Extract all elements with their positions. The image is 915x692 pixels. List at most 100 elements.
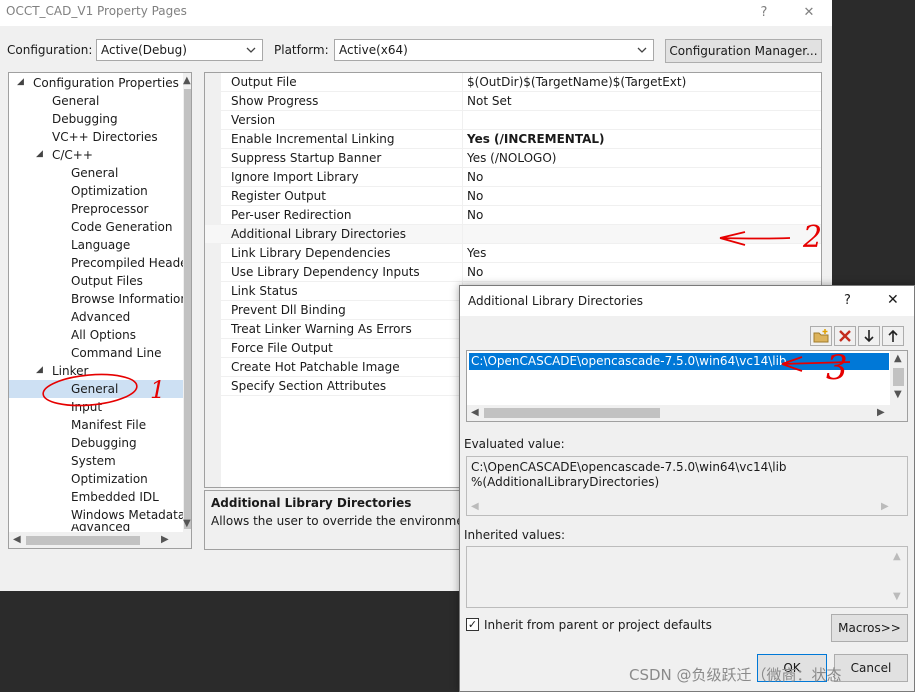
tree-item-input[interactable]: Input (71, 398, 102, 416)
configuration-combo[interactable]: Active(Debug) (96, 39, 263, 61)
chevron-down-icon (637, 47, 647, 53)
property-name: Show Progress (231, 94, 319, 108)
delete-icon (839, 330, 851, 342)
property-row[interactable]: Output File $(OutDir)$(TargetName)$(Targe… (205, 73, 821, 92)
property-value: $(OutDir)$(TargetName)$(TargetExt) (467, 75, 687, 89)
help-button[interactable]: ? (750, 2, 778, 24)
scroll-left-arrow-icon[interactable]: ◀ (471, 407, 479, 418)
property-name: Version (231, 113, 276, 127)
list-vertical-scrollbar[interactable]: ▲ ▼ (890, 351, 907, 405)
tree-item-linker[interactable]: Linker (52, 362, 88, 380)
platform-value: Active(x64) (339, 43, 408, 57)
tree-item-general[interactable]: General (52, 92, 99, 110)
expand-triangle-icon[interactable]: ◢ (17, 77, 24, 87)
watermark-text: CSDN @负级跃迁（微商：状态 (629, 666, 842, 684)
property-value: Not Set (467, 94, 512, 108)
tree-item-all-options[interactable]: All Options (71, 326, 136, 344)
property-row[interactable]: Enable Incremental Linking Yes (/INCREMEN… (205, 130, 821, 149)
scroll-right-arrow-icon[interactable]: ▶ (161, 534, 169, 545)
tree-item-c-cpp[interactable]: C/C++ (52, 146, 93, 164)
scrollbar-thumb[interactable] (484, 408, 660, 418)
new-line-button[interactable] (810, 326, 832, 346)
scroll-down-arrow-icon[interactable]: ▼ (183, 518, 191, 529)
evaluated-line: %(AdditionalLibraryDirectories) (471, 475, 660, 489)
tree-item-precompiled-headers[interactable]: Precompiled Heade (71, 254, 188, 272)
property-row[interactable]: Register Output No (205, 187, 821, 206)
tree-item-advanced[interactable]: Advanced (71, 308, 130, 326)
scrollbar-thumb[interactable] (893, 368, 904, 386)
platform-combo[interactable]: Active(x64) (334, 39, 654, 61)
tree-item-vc-directories[interactable]: VC++ Directories (52, 128, 158, 146)
tree-item-windows-metadata[interactable]: Windows Metadata (71, 506, 185, 524)
scrollbar-thumb[interactable] (26, 536, 140, 545)
property-name: Prevent Dll Binding (231, 303, 346, 317)
close-button[interactable]: ✕ (795, 2, 823, 24)
property-value: No (467, 208, 484, 222)
tree-item-linker-optimization[interactable]: Optimization (71, 470, 148, 488)
tree-item-command-line[interactable]: Command Line (71, 344, 162, 362)
property-row[interactable]: Per-user Redirection No (205, 206, 821, 225)
macros-button[interactable]: Macros>> (831, 614, 908, 642)
inherit-checkbox-label[interactable]: Inherit from parent or project defaults (484, 618, 712, 632)
tree-item-preprocessor[interactable]: Preprocessor (71, 200, 148, 218)
property-value: No (467, 265, 484, 279)
scrollbar-thumb[interactable] (184, 89, 191, 529)
property-row[interactable]: Suppress Startup Banner Yes (/NOLOGO) (205, 149, 821, 168)
dialog-close-button[interactable]: ✕ (887, 292, 899, 308)
delete-line-button[interactable] (834, 326, 856, 346)
tree-item-linker-debugging[interactable]: Debugging (71, 434, 137, 452)
tree-item-embedded-idl[interactable]: Embedded IDL (71, 488, 159, 506)
tree-item-manifest-file[interactable]: Manifest File (71, 416, 146, 434)
move-up-button[interactable] (882, 326, 904, 346)
tree-item-language[interactable]: Language (71, 236, 130, 254)
property-name: Suppress Startup Banner (231, 151, 382, 165)
property-row[interactable]: Version (205, 111, 821, 130)
property-name: Link Library Dependencies (231, 246, 391, 260)
property-row[interactable]: Link Library Dependencies Yes (205, 244, 821, 263)
tree-item-linker-advanced[interactable]: Advanced (71, 524, 130, 532)
tree-vertical-scrollbar[interactable]: ▲ ▼ (183, 73, 191, 532)
tree-item-configuration-properties[interactable]: Configuration Properties (33, 74, 179, 92)
property-row[interactable]: Ignore Import Library No (205, 168, 821, 187)
scroll-up-arrow-icon[interactable]: ▲ (183, 75, 191, 86)
tree-item-optimization[interactable]: Optimization (71, 182, 148, 200)
scroll-right-arrow-icon[interactable]: ▶ (877, 407, 885, 418)
configuration-manager-button[interactable]: Configuration Manager... (665, 39, 822, 63)
property-name: Enable Incremental Linking (231, 132, 395, 146)
property-value: Yes (/INCREMENTAL) (467, 132, 605, 146)
scroll-up-arrow-icon[interactable]: ▲ (894, 353, 902, 364)
chevron-down-icon (246, 47, 256, 53)
annotation-number-3: 3 (826, 348, 848, 388)
arrow-down-icon (864, 330, 874, 343)
property-name: Link Status (231, 284, 298, 298)
property-row[interactable]: Use Library Dependency Inputs No (205, 263, 821, 282)
scroll-down-arrow-icon[interactable]: ▼ (894, 389, 902, 400)
property-row[interactable]: Show Progress Not Set (205, 92, 821, 111)
additional-library-directories-dialog: Additional Library Directories ? ✕ C:\Op… (459, 285, 915, 692)
evaluated-value-label: Evaluated value: (464, 437, 565, 451)
move-down-button[interactable] (858, 326, 880, 346)
list-horizontal-scrollbar[interactable]: ◀ ▶ (467, 405, 907, 421)
tree-item-browse-information[interactable]: Browse Information (71, 290, 188, 308)
scroll-down-arrow-icon: ▼ (893, 591, 901, 602)
property-value: Yes (/NOLOGO) (467, 151, 557, 165)
cancel-button[interactable]: Cancel (834, 654, 908, 682)
tree-item-cpp-general[interactable]: General (71, 164, 118, 182)
property-name: Ignore Import Library (231, 170, 359, 184)
dialog-title: Additional Library Directories (468, 294, 644, 308)
tree-horizontal-scrollbar[interactable]: ◀ ▶ (9, 532, 191, 548)
dialog-help-button[interactable]: ? (844, 293, 851, 308)
inherit-checkbox[interactable]: ✓ (466, 618, 479, 631)
scroll-left-arrow-icon[interactable]: ◀ (13, 534, 21, 545)
expand-triangle-icon[interactable]: ◢ (36, 149, 43, 159)
tree-item-debugging[interactable]: Debugging (52, 110, 118, 128)
scroll-right-arrow-icon: ▶ (881, 501, 889, 512)
property-row-additional-library-directories[interactable]: Additional Library Directories (205, 225, 821, 244)
tree-item-system[interactable]: System (71, 452, 116, 470)
description-text: Allows the user to override the environm… (211, 514, 498, 528)
new-folder-icon (813, 329, 829, 343)
expand-triangle-icon[interactable]: ◢ (36, 365, 43, 375)
tree-item-output-files[interactable]: Output Files (71, 272, 143, 290)
tree-item-code-generation[interactable]: Code Generation (71, 218, 172, 236)
window-title: OCCT_CAD_V1 Property Pages (6, 4, 187, 18)
